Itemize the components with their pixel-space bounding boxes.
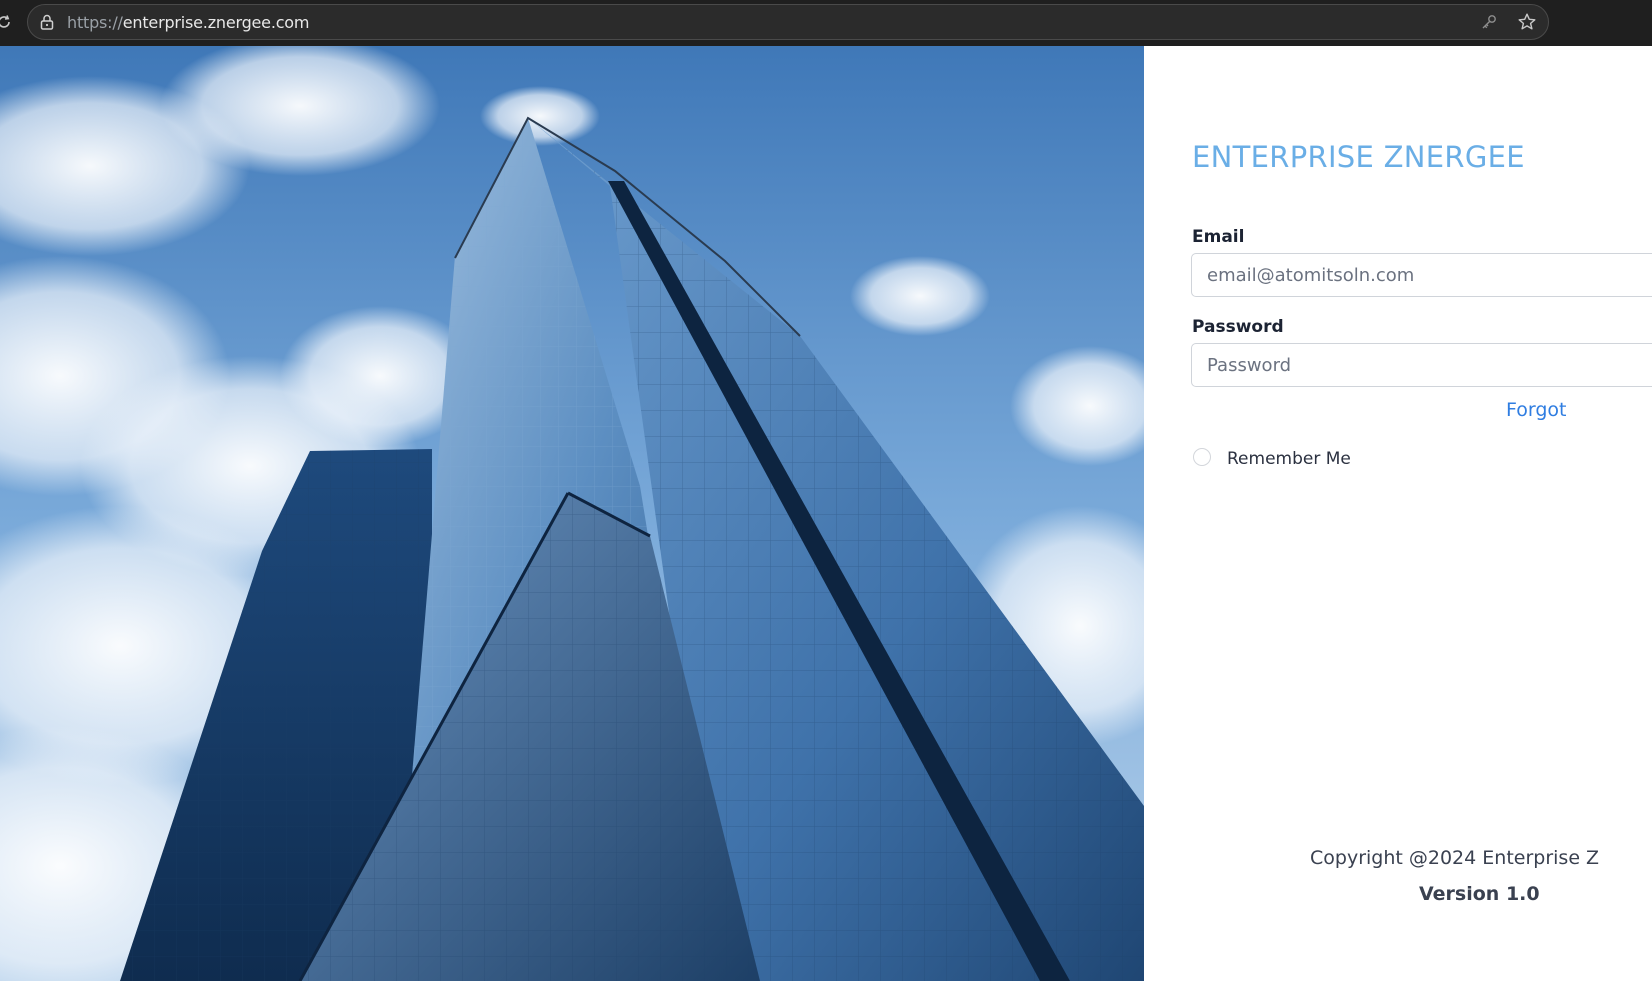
- building-photo: [0, 46, 1144, 981]
- version-text: Version 1.0: [1419, 883, 1540, 905]
- star-icon[interactable]: [1517, 12, 1537, 32]
- reload-icon[interactable]: [0, 12, 14, 32]
- password-label: Password: [1192, 317, 1284, 337]
- copyright-text: Copyright @2024 Enterprise Z: [1310, 847, 1600, 869]
- browser-toolbar: https://enterprise.znergee.com: [0, 0, 1652, 46]
- login-panel: ENTERPRISE ZNERGEE Email Password Forgot…: [1144, 46, 1652, 981]
- key-icon[interactable]: [1480, 13, 1498, 31]
- address-bar[interactable]: https://enterprise.znergee.com: [27, 4, 1549, 40]
- password-input[interactable]: [1191, 343, 1652, 387]
- lock-icon[interactable]: [38, 13, 56, 31]
- forgot-password-link[interactable]: Forgot: [1506, 399, 1567, 421]
- url-scheme: https://: [67, 13, 123, 32]
- url-host: enterprise.znergee.com: [122, 13, 310, 32]
- brand-title: ENTERPRISE ZNERGEE: [1192, 140, 1525, 174]
- remember-me-label[interactable]: Remember Me: [1227, 449, 1351, 469]
- url-text[interactable]: https://enterprise.znergee.com: [67, 13, 309, 32]
- remember-me-checkbox[interactable]: [1193, 448, 1211, 466]
- email-input[interactable]: [1191, 253, 1652, 297]
- email-label: Email: [1192, 227, 1245, 247]
- building-illustration: [0, 46, 1144, 981]
